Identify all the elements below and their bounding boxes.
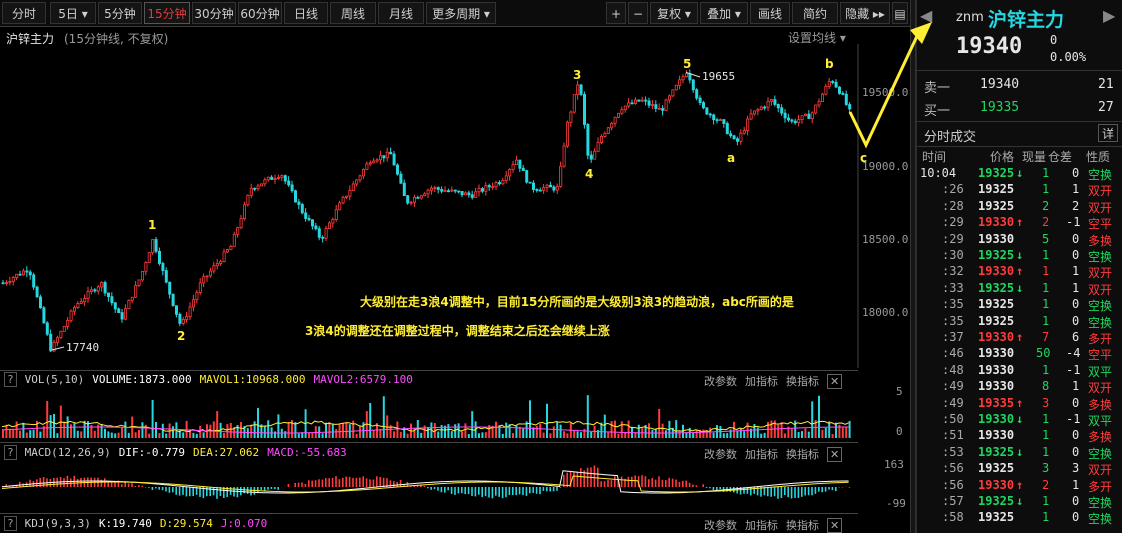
projection-arrow: [848, 22, 932, 149]
projection-line: [848, 33, 920, 149]
